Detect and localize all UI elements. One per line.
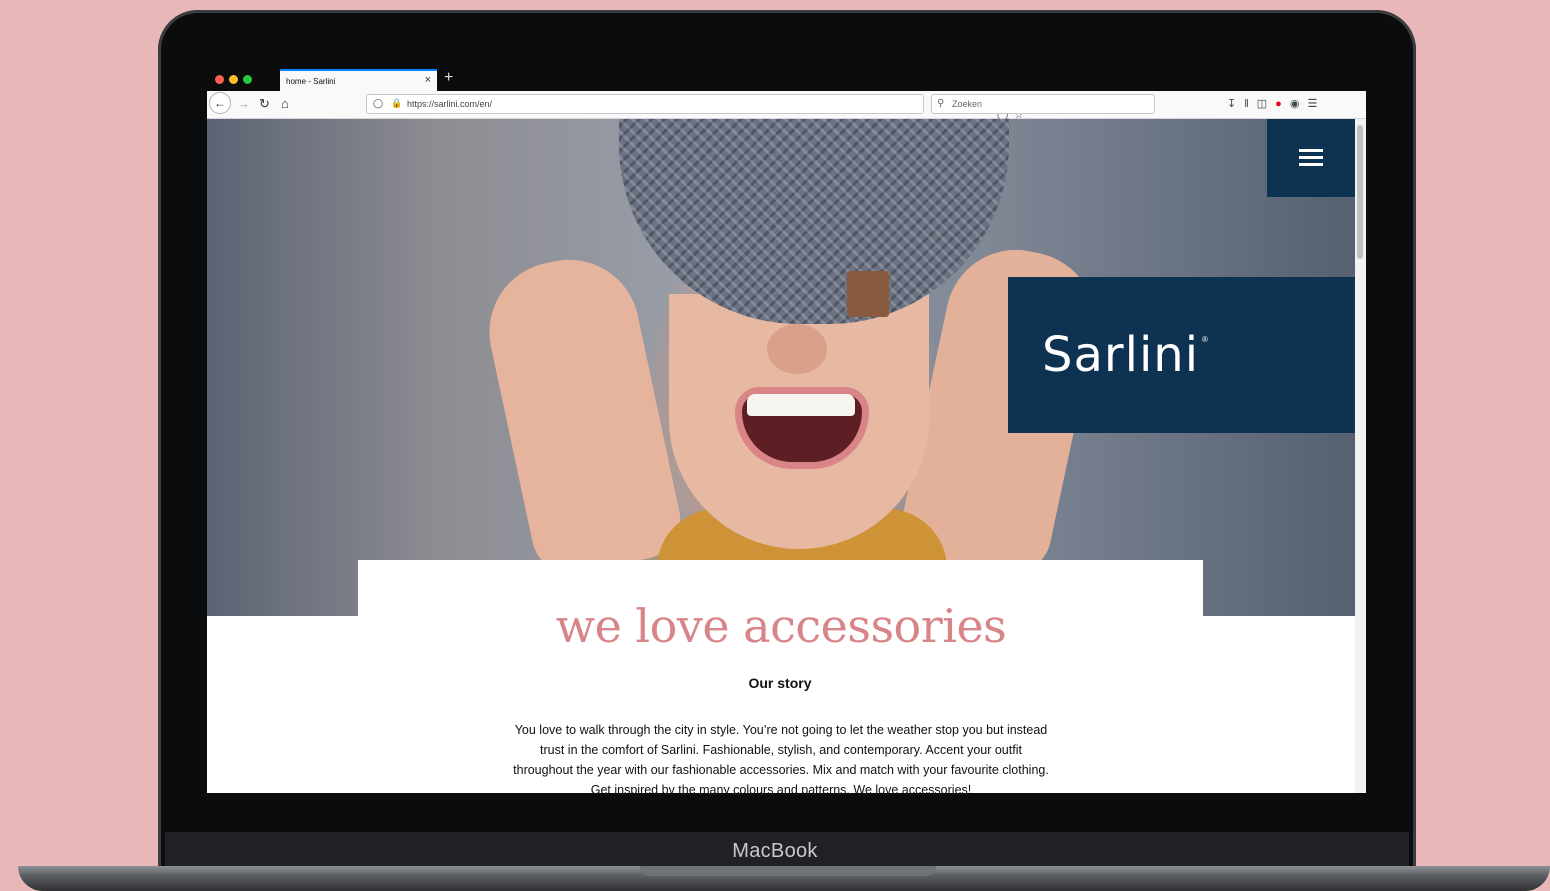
- close-window-button[interactable]: [215, 75, 224, 84]
- logo: Sarlini: [1042, 327, 1200, 383]
- new-tab-button[interactable]: +: [444, 69, 453, 87]
- account-icon[interactable]: ◉: [1290, 98, 1308, 110]
- sidebar-icon[interactable]: ◫: [1257, 98, 1275, 110]
- hero-teeth: [747, 394, 855, 416]
- url-text[interactable]: https://sarlini.com/en/: [407, 99, 492, 109]
- download-icon[interactable]: ↧: [1227, 98, 1244, 110]
- hero-hat-tag: [847, 271, 889, 317]
- forward-icon[interactable]: →: [237, 96, 250, 112]
- section-subheading: Our story: [748, 675, 812, 691]
- logo-block[interactable]: Sarlini ®: [1008, 277, 1355, 433]
- hamburger-menu-button[interactable]: [1267, 119, 1355, 197]
- page-headline: we love accessories: [555, 599, 1007, 653]
- hero-hand-left: [476, 246, 688, 582]
- address-bar[interactable]: ◯ 🔒 https://sarlini.com/en/ ▤⋯◯☆: [366, 94, 1023, 121]
- tab-bar: home - Sarlini × +: [207, 67, 1366, 91]
- tab-home-sarlini[interactable]: home - Sarlini ×: [280, 69, 437, 91]
- story-paragraph: You love to walk through the city in sty…: [513, 723, 1049, 793]
- browser-window: home - Sarlini × + ← → ↻ ⌂ ◯ 🔒 https://s…: [207, 67, 1366, 793]
- scrollbar-thumb[interactable]: [1357, 125, 1363, 259]
- library-icon[interactable]: ‖: [1244, 98, 1257, 110]
- hamburger-icon: [1299, 149, 1323, 167]
- registered-mark: ®: [1202, 335, 1208, 344]
- maximize-window-button[interactable]: [243, 75, 252, 84]
- hero-nose: [767, 324, 827, 374]
- search-input[interactable]: ⚲ Zoeken: [931, 94, 1155, 114]
- tab-title: home - Sarlini: [286, 77, 336, 86]
- search-icon: ⚲: [937, 98, 945, 109]
- brand-label: MacBook: [732, 840, 818, 862]
- toolbar-right: ↧‖◫●◉☰: [1227, 97, 1325, 110]
- search-placeholder: Zoeken: [952, 99, 983, 109]
- pinterest-icon[interactable]: ●: [1275, 98, 1290, 110]
- back-icon[interactable]: ←: [209, 92, 231, 114]
- laptop-notch: [640, 866, 936, 876]
- home-icon[interactable]: ⌂: [281, 96, 289, 112]
- menu-icon[interactable]: ☰: [1307, 98, 1325, 110]
- navigation-toolbar: ← → ↻ ⌂ ◯ 🔒 https://sarlini.com/en/ ▤⋯◯☆…: [207, 91, 1366, 121]
- minimize-window-button[interactable]: [229, 75, 238, 84]
- lock-icon[interactable]: 🔒: [391, 98, 402, 109]
- tab-close-icon[interactable]: ×: [425, 74, 431, 86]
- tracking-shield-icon[interactable]: ◯: [373, 98, 383, 109]
- reload-icon[interactable]: ↻: [259, 96, 270, 112]
